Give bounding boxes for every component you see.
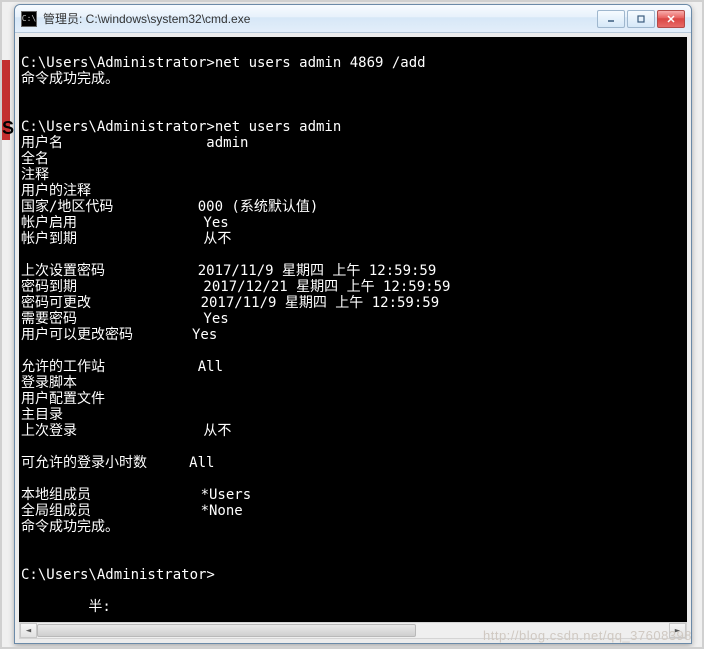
console-line: 密码到期 2017/12/21 星期四 上午 12:59:59 bbox=[21, 279, 687, 295]
close-button[interactable] bbox=[657, 10, 685, 28]
console-line: C:\Users\Administrator>net users admin bbox=[21, 119, 687, 135]
console-line bbox=[21, 471, 687, 487]
title-bar[interactable]: C:\ 管理员: C:\windows\system32\cmd.exe bbox=[15, 5, 691, 33]
console-line: 半: bbox=[21, 599, 687, 615]
console-line: 主目录 bbox=[21, 407, 687, 423]
cmd-icon: C:\ bbox=[21, 11, 37, 27]
console-line: 国家/地区代码 000 (系统默认值) bbox=[21, 199, 687, 215]
console-line bbox=[21, 551, 687, 567]
console-line bbox=[21, 39, 687, 55]
scroll-left-arrow[interactable]: ◄ bbox=[20, 623, 37, 638]
console-line bbox=[21, 247, 687, 263]
cmd-window: C:\ 管理员: C:\windows\system32\cmd.exe C:\… bbox=[14, 4, 692, 644]
console-line: C:\Users\Administrator>net users admin 4… bbox=[21, 55, 687, 71]
console-line: 上次设置密码 2017/11/9 星期四 上午 12:59:59 bbox=[21, 263, 687, 279]
background-letter: S bbox=[2, 118, 14, 139]
console-line: 帐户启用 Yes bbox=[21, 215, 687, 231]
maximize-button[interactable] bbox=[627, 10, 655, 28]
console-line: 用户的注释 bbox=[21, 183, 687, 199]
client-area: C:\Users\Administrator>net users admin 4… bbox=[15, 33, 691, 643]
console-output[interactable]: C:\Users\Administrator>net users admin 4… bbox=[19, 37, 687, 622]
console-line bbox=[21, 535, 687, 551]
scroll-thumb[interactable] bbox=[37, 624, 416, 637]
console-line: 允许的工作站 All bbox=[21, 359, 687, 375]
console-line: 用户配置文件 bbox=[21, 391, 687, 407]
console-line bbox=[21, 439, 687, 455]
console-line: 需要密码 Yes bbox=[21, 311, 687, 327]
console-line: 命令成功完成。 bbox=[21, 71, 687, 87]
console-line bbox=[21, 583, 687, 599]
console-line: 用户名 admin bbox=[21, 135, 687, 151]
console-line: 用户可以更改密码 Yes bbox=[21, 327, 687, 343]
console-line bbox=[21, 87, 687, 103]
console-line: 全局组成员 *None bbox=[21, 503, 687, 519]
console-line: 上次登录 从不 bbox=[21, 423, 687, 439]
window-title: 管理员: C:\windows\system32\cmd.exe bbox=[43, 10, 597, 27]
console-line: 全名 bbox=[21, 151, 687, 167]
horizontal-scrollbar[interactable]: ◄ ► bbox=[19, 622, 687, 639]
console-line: 帐户到期 从不 bbox=[21, 231, 687, 247]
console-line bbox=[21, 343, 687, 359]
minimize-button[interactable] bbox=[597, 10, 625, 28]
console-line: 登录脚本 bbox=[21, 375, 687, 391]
console-line: C:\Users\Administrator> bbox=[21, 567, 687, 583]
scroll-right-arrow[interactable]: ► bbox=[669, 623, 686, 638]
console-line: 本地组成员 *Users bbox=[21, 487, 687, 503]
window-controls bbox=[597, 10, 685, 28]
console-line: 密码可更改 2017/11/9 星期四 上午 12:59:59 bbox=[21, 295, 687, 311]
console-line: 可允许的登录小时数 All bbox=[21, 455, 687, 471]
scroll-track[interactable] bbox=[37, 623, 669, 638]
console-line bbox=[21, 103, 687, 119]
console-line: 命令成功完成。 bbox=[21, 519, 687, 535]
console-line: 注释 bbox=[21, 167, 687, 183]
